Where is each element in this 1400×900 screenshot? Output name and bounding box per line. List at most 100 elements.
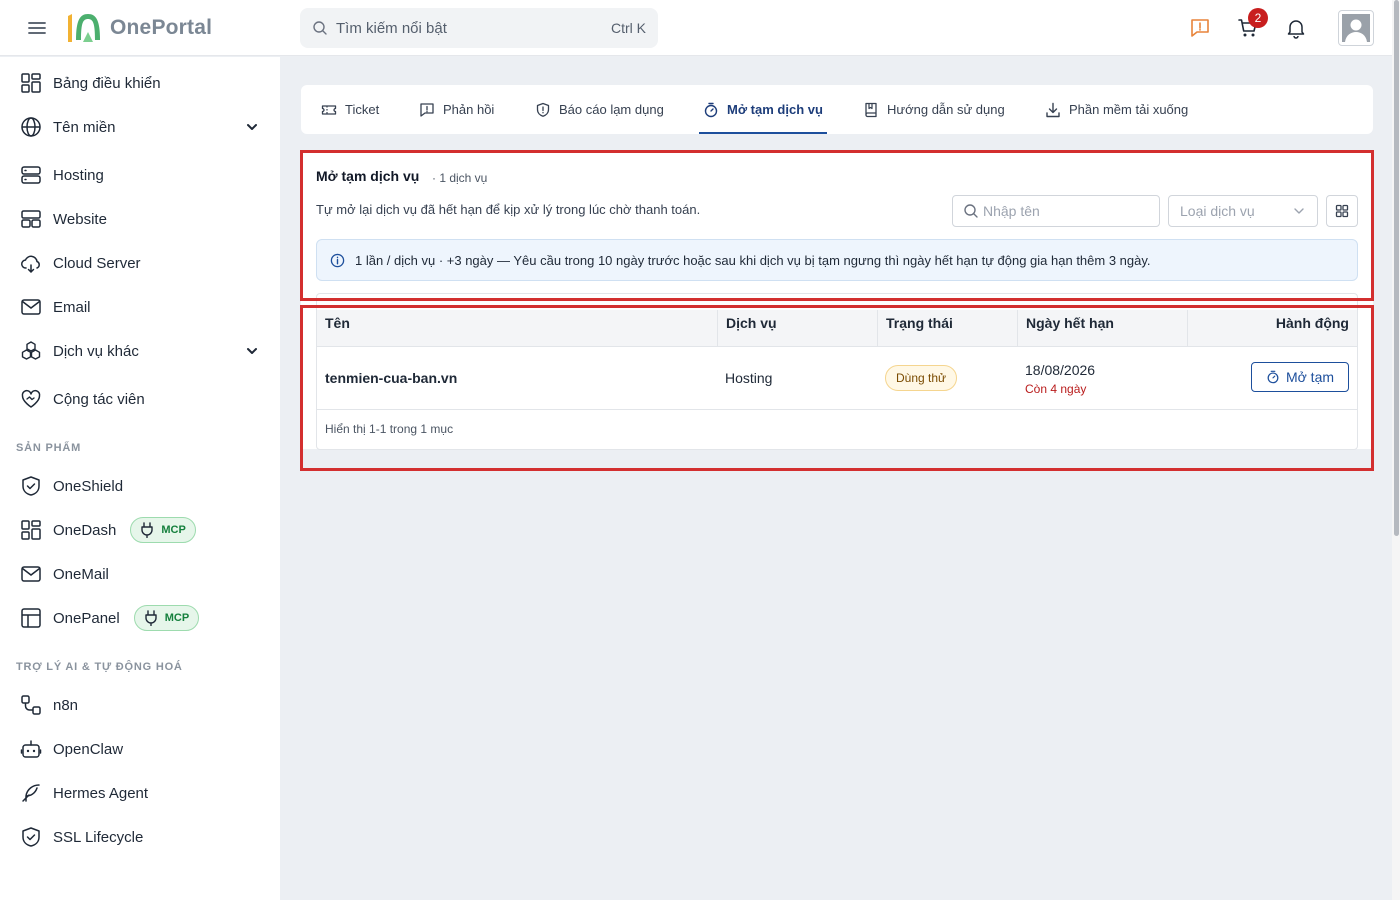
- bell-icon[interactable]: [1284, 16, 1308, 40]
- search-icon: [313, 21, 327, 35]
- sidebar-item-label: Hosting: [53, 166, 104, 184]
- sidebar-item-dashboard[interactable]: Bảng điều khiển: [20, 65, 264, 101]
- tab-ticket[interactable]: Ticket: [321, 85, 379, 134]
- sidebar-item-website[interactable]: Website: [20, 201, 264, 237]
- service-count: · 1 dịch vụ: [432, 171, 488, 185]
- sidebar-item-cloud-server[interactable]: Cloud Server: [20, 245, 264, 281]
- workflow-icon: [21, 695, 41, 715]
- page-scrollbar-thumb[interactable]: [1394, 0, 1399, 536]
- services-table: Tên Dịch vụ Trạng thái Ngày hết hạn Hành…: [316, 293, 1358, 450]
- mcp-badge: MCP: [130, 517, 196, 543]
- tab-label: Phản hồi: [443, 102, 495, 117]
- mcp-badge: MCP: [133, 605, 200, 631]
- shield-icon: [22, 476, 40, 496]
- column-header-name[interactable]: Tên: [317, 310, 717, 347]
- shield-alert-icon: [536, 102, 550, 117]
- sidebar-item-affiliate[interactable]: Cộng tác viên: [20, 381, 264, 417]
- sidebar-item-label: OnePanel: [53, 609, 120, 627]
- sidebar-item-onedash[interactable]: OneDash MCP: [20, 512, 264, 548]
- feedback-icon: [420, 102, 434, 117]
- tab-feedback[interactable]: Phản hồi: [419, 85, 494, 134]
- tab-label: Báo cáo lạm dụng: [559, 102, 664, 117]
- globe-icon: [21, 117, 41, 137]
- sidebar-item-onemail[interactable]: OneMail: [20, 556, 264, 592]
- sidebar-item-ssl-lifecycle[interactable]: SSL Lifecycle: [20, 819, 264, 855]
- temporary-reopen-label: Mở tạm: [1285, 369, 1335, 385]
- tab-software-download[interactable]: Phần mềm tải xuống: [1045, 85, 1188, 134]
- row-days-remaining: Còn 4 ngày: [1025, 382, 1087, 396]
- mail-icon: [21, 566, 41, 582]
- panel-description: Tự mở lại dịch vụ đã hết hạn để kịp xử l…: [316, 202, 701, 217]
- sidebar-item-label: n8n: [53, 696, 79, 714]
- sidebar-item-label: Cộng tác viên: [53, 390, 145, 408]
- info-text: 1 lần / dịch vụ · +3 ngày — Yêu cầu tron…: [355, 252, 1151, 268]
- sidebar-item-onepanel[interactable]: OnePanel MCP: [20, 600, 264, 636]
- sidebar-item-hermes-agent[interactable]: Hermes Agent: [20, 775, 264, 811]
- layout-icon: [21, 210, 41, 228]
- temporary-reopen-panel: Mở tạm dịch vụ · 1 dịch vụ Tự mở lại dịc…: [301, 151, 1373, 450]
- dashboard-icon: [21, 73, 41, 93]
- info-icon: [330, 253, 345, 267]
- column-header-service[interactable]: Dịch vụ: [717, 310, 877, 347]
- global-search[interactable]: Tìm kiếm nổi bật Ctrl K: [300, 8, 658, 48]
- sidebar-item-label: Email: [53, 298, 91, 316]
- pagination-summary: Hiển thị 1-1 trong 1 mục: [325, 422, 454, 436]
- section-label-products: SẢN PHẨM: [16, 442, 82, 454]
- tab-label: Hướng dẫn sử dụng: [887, 102, 1005, 117]
- feather-icon: [22, 784, 40, 802]
- tab-abuse-report[interactable]: Báo cáo lạm dụng: [535, 85, 664, 134]
- feedback-icon[interactable]: [1188, 16, 1212, 40]
- sidebar-item-other-services[interactable]: Dịch vụ khác: [20, 333, 264, 369]
- info-banner: 1 lần / dịch vụ · +3 ngày — Yêu cầu tron…: [316, 239, 1358, 281]
- column-header-action: Hành động: [1187, 310, 1357, 347]
- temporary-reopen-button[interactable]: Mở tạm: [1251, 362, 1349, 392]
- grid-icon: [1335, 204, 1349, 218]
- menu-icon[interactable]: [26, 17, 48, 39]
- sidebar-item-n8n[interactable]: n8n: [20, 687, 264, 723]
- mcp-badge-label: MCP: [161, 524, 186, 536]
- avatar[interactable]: [1338, 10, 1374, 46]
- chevron-down-icon: [1294, 208, 1304, 214]
- panel-title: Mở tạm dịch vụ: [316, 168, 420, 184]
- service-type-select[interactable]: Loại dịch vụ: [1168, 195, 1318, 227]
- top-header: OnePortal Tìm kiếm nổi bật Ctrl K 2: [0, 0, 1392, 56]
- sidebar-item-openclaw[interactable]: OpenClaw: [20, 731, 264, 767]
- chevron-down-icon[interactable]: [244, 119, 260, 135]
- row-name: tenmien-cua-ban.vn: [325, 370, 458, 386]
- timer-icon: [704, 102, 718, 117]
- user-avatar-icon: [1342, 14, 1370, 42]
- tab-user-guide[interactable]: Hướng dẫn sử dụng: [863, 85, 1005, 134]
- sidebar-item-oneshield[interactable]: OneShield: [20, 468, 264, 504]
- view-toggle-button[interactable]: [1326, 195, 1358, 227]
- shield-check-icon: [22, 827, 40, 847]
- plug-icon: [145, 610, 157, 626]
- table-row: tenmien-cua-ban.vn Hosting Dùng thử 18/0…: [317, 347, 1357, 410]
- chevron-down-icon[interactable]: [244, 343, 260, 359]
- cloud-icon: [21, 255, 40, 274]
- ticket-icon: [321, 104, 337, 115]
- sidebar-item-email[interactable]: Email: [20, 289, 264, 325]
- logo-mark-icon: [68, 14, 100, 42]
- cart-count-badge: 2: [1248, 8, 1268, 28]
- boxes-icon: [21, 341, 41, 360]
- name-search-placeholder: Nhập tên: [983, 203, 1040, 219]
- column-header-expiry[interactable]: Ngày hết hạn: [1017, 310, 1187, 347]
- robot-icon: [20, 740, 42, 758]
- logo-text: OnePortal: [110, 16, 213, 39]
- column-header-status[interactable]: Trạng thái: [877, 310, 1017, 347]
- plug-icon: [141, 522, 154, 538]
- row-expiry-date: 18/08/2026: [1025, 362, 1096, 378]
- tab-temporary-reopen[interactable]: Mở tạm dịch vụ: [699, 85, 827, 134]
- logo[interactable]: OnePortal: [64, 10, 212, 46]
- sidebar-item-domains[interactable]: Tên miền: [20, 109, 264, 145]
- tab-label: Mở tạm dịch vụ: [727, 102, 823, 117]
- dashboard-icon: [21, 520, 41, 540]
- sidebar-item-label: Cloud Server: [53, 254, 141, 272]
- mail-icon: [21, 299, 41, 315]
- sidebar-item-label: OneShield: [53, 477, 124, 495]
- sidebar-item-hosting[interactable]: Hosting: [20, 157, 264, 193]
- tab-label: Ticket: [345, 102, 380, 117]
- book-icon: [865, 102, 877, 117]
- sidebar-item-label: Dịch vụ khác: [53, 342, 139, 360]
- name-search-input[interactable]: Nhập tên: [952, 195, 1160, 227]
